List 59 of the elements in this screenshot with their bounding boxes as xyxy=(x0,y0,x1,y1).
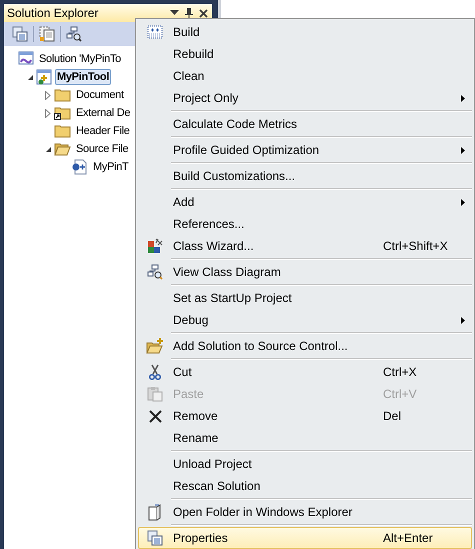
submenu-arrow-icon xyxy=(461,146,465,154)
tree-item[interactable]: Solution 'MyPinTo xyxy=(37,51,123,67)
menu-item[interactable]: Rename xyxy=(138,427,472,449)
panel-title: Solution Explorer xyxy=(7,6,98,20)
folder-icon xyxy=(54,124,71,138)
tree-item[interactable]: Header File xyxy=(74,123,132,139)
tree-item[interactable]: Source File xyxy=(74,141,130,157)
build-icon xyxy=(147,25,163,39)
class-diagram-icon[interactable] xyxy=(64,24,84,44)
project-icon xyxy=(36,69,52,85)
expand-arrow-icon[interactable] xyxy=(45,90,51,100)
shortcut-folder-icon xyxy=(54,106,71,120)
tree-item[interactable]: MyPinTool xyxy=(55,69,112,85)
menu-item[interactable]: Set as StartUp Project xyxy=(138,287,472,309)
menu-item[interactable]: Class Wizard... Ctrl+Shift+X xyxy=(138,235,472,257)
solution-icon xyxy=(18,51,34,67)
menu-item[interactable]: Build xyxy=(138,21,472,43)
menu-item[interactable]: Unload Project xyxy=(138,453,472,475)
cpp-file-icon xyxy=(72,159,88,175)
submenu-arrow-icon xyxy=(461,316,465,324)
menu-item[interactable]: Project Only xyxy=(138,87,472,109)
remove-icon xyxy=(148,410,162,422)
menu-item[interactable]: Remove Del xyxy=(138,405,472,427)
close-icon[interactable] xyxy=(199,8,208,18)
menu-item[interactable]: Profile Guided Optimization xyxy=(138,139,472,161)
menu-item[interactable]: Debug xyxy=(138,309,472,331)
documents-icon[interactable] xyxy=(37,24,57,44)
properties-icon[interactable] xyxy=(10,24,30,44)
menu-item[interactable]: Add Solution to Source Control... xyxy=(138,335,472,357)
menu-item[interactable]: Properties Alt+Enter xyxy=(138,527,472,549)
folder-plus-icon xyxy=(146,338,164,354)
collapse-arrow-icon[interactable] xyxy=(44,146,52,152)
class-diagram-icon xyxy=(147,264,163,280)
expand-arrow-icon[interactable] xyxy=(45,108,51,118)
collapse-arrow-icon[interactable] xyxy=(26,74,34,80)
menu-item[interactable]: Rebuild xyxy=(138,43,472,65)
folder-icon xyxy=(54,88,71,102)
submenu-arrow-icon xyxy=(461,94,465,102)
scissors-icon xyxy=(148,364,162,380)
menu-item[interactable]: Rescan Solution xyxy=(138,475,472,497)
document-icon xyxy=(148,504,162,520)
open-folder-icon xyxy=(54,142,71,156)
menu-item[interactable]: View Class Diagram xyxy=(138,261,472,283)
tree-item[interactable]: Document xyxy=(74,87,126,103)
menu-item[interactable]: Build Customizations... xyxy=(138,165,472,187)
clipboard-icon xyxy=(147,386,163,402)
menu-item[interactable]: Clean xyxy=(138,65,472,87)
pin-icon[interactable] xyxy=(185,8,193,18)
menu-item[interactable]: Open Folder in Windows Explorer xyxy=(138,501,472,523)
dropdown-icon[interactable] xyxy=(170,10,179,16)
menu-item[interactable]: Calculate Code Metrics xyxy=(138,113,472,135)
properties-icon xyxy=(147,530,163,546)
menu-item[interactable]: Cut Ctrl+X xyxy=(138,361,472,383)
tree-item[interactable]: MyPinT xyxy=(91,159,130,175)
menu-item[interactable]: References... xyxy=(138,213,472,235)
wizard-icon xyxy=(147,238,163,254)
tree-item[interactable]: External De xyxy=(74,105,132,121)
menu-item[interactable]: Add xyxy=(138,191,472,213)
submenu-arrow-icon xyxy=(461,198,465,206)
